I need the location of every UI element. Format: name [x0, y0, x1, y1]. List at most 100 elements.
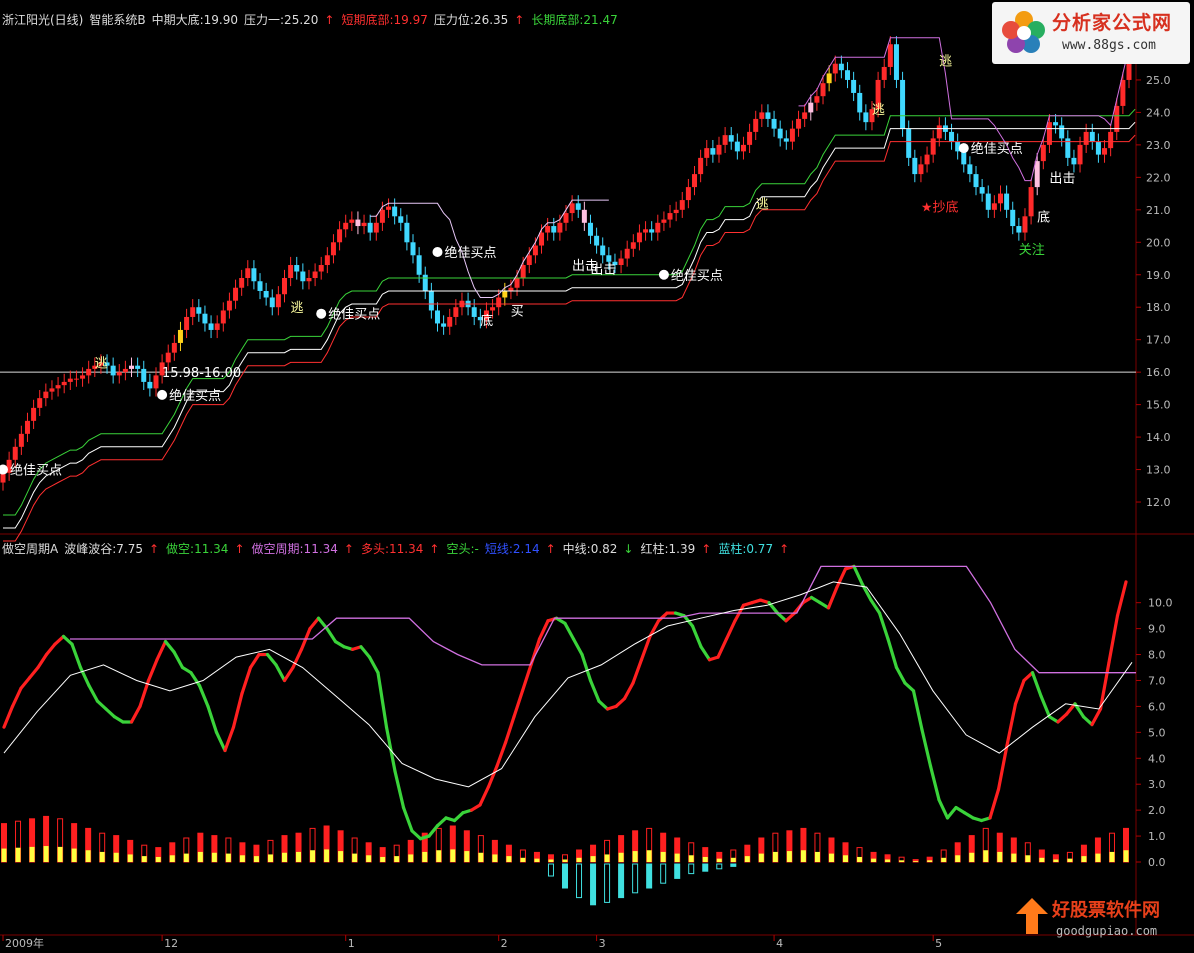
- sub-chart-header: 做空周期A 波峰波谷:7.75 ↑ 做空:11.34 ↑ 做空周期:11.34 ↑ 多头:11…: [2, 540, 796, 557]
- wave-segment: [945, 805, 958, 820]
- wave-segment: [784, 611, 797, 623]
- candle-body: [141, 368, 147, 382]
- wave-segment: [520, 663, 533, 693]
- candle-body: [1010, 209, 1016, 227]
- histogram-cyan-bar: [576, 863, 583, 899]
- annotation-label: 15.98-16.00: [162, 366, 241, 381]
- wave-segment: [835, 567, 848, 589]
- wave-segment: [699, 645, 712, 662]
- wave-segment: [44, 642, 57, 657]
- price-tick-label: 15.0: [1146, 399, 1171, 412]
- candle-body: [300, 271, 306, 282]
- candle-body: [777, 128, 783, 139]
- sub_header-item: 蓝柱:0.77: [718, 542, 774, 556]
- annotation-label: 绝佳买点: [671, 268, 723, 284]
- candle-body: [275, 294, 281, 308]
- candle-body: [288, 265, 294, 278]
- wave-segment: [920, 728, 933, 768]
- candle-body: [330, 242, 336, 256]
- histogram-yellow-bar: [450, 849, 456, 862]
- candle-body: [624, 248, 630, 259]
- candle-body: [838, 63, 844, 71]
- main_header-item: 压力位:26.35: [433, 13, 509, 27]
- candle-body: [887, 44, 893, 67]
- candle-body: [716, 144, 722, 155]
- candle-body: [863, 112, 869, 123]
- candle-body: [973, 174, 979, 188]
- candle-body: [80, 375, 86, 379]
- histogram-yellow-bar: [660, 851, 666, 862]
- candle-body: [661, 219, 667, 223]
- sub_header-item: ↑: [545, 542, 556, 556]
- wave-segment: [138, 678, 151, 709]
- wave-segment: [563, 621, 576, 641]
- candle-body: [245, 268, 251, 278]
- wave-segment: [614, 697, 627, 709]
- wave-segment: [597, 699, 610, 711]
- candle-body: [147, 381, 153, 389]
- candle-body: [453, 307, 459, 317]
- candle-body: [771, 118, 777, 129]
- candle-body: [318, 265, 324, 272]
- candle-body: [997, 193, 1003, 204]
- sub_header-item: 做空周期A: [2, 542, 59, 556]
- wave-segment: [248, 652, 261, 670]
- histogram-yellow-bar: [1039, 857, 1045, 862]
- histogram-yellow-bar: [1109, 851, 1115, 862]
- histogram-yellow-bar: [983, 850, 989, 862]
- histogram-yellow-bar: [871, 858, 877, 862]
- annotation-label: 绝佳买点: [328, 307, 380, 323]
- wave-segment: [648, 619, 661, 638]
- candle-body: [1114, 105, 1120, 132]
- annotation-label: 绝佳买点: [10, 463, 62, 479]
- candle-body: [135, 365, 141, 369]
- candle-body: [832, 63, 838, 74]
- candle-body: [37, 398, 43, 408]
- candle-body: [73, 378, 79, 380]
- candle-body: [434, 310, 440, 324]
- price-tick-label: 18.0: [1146, 301, 1171, 314]
- osc-tick-label: 8.0: [1148, 649, 1166, 662]
- candle-body: [208, 323, 214, 330]
- sub_header-item: ↓: [623, 542, 634, 556]
- main_header-item: 短期底部:19.97: [341, 13, 428, 27]
- annotation-label: 买: [511, 304, 524, 319]
- histogram-yellow-bar: [576, 857, 582, 862]
- wave-segment: [401, 805, 414, 833]
- wave-segment: [894, 665, 907, 685]
- candle-body: [416, 255, 422, 275]
- candle-body: [734, 141, 740, 152]
- wave-segment: [1090, 707, 1103, 727]
- wave-segment: [656, 611, 669, 623]
- histogram-yellow-bar: [155, 856, 161, 862]
- wave-segment: [393, 769, 406, 810]
- osc-tick-label: 0.0: [1148, 856, 1166, 869]
- candle-body: [728, 135, 734, 142]
- candle-body: [226, 300, 232, 311]
- wave-segment: [19, 676, 32, 690]
- candle-body: [808, 102, 814, 113]
- candle-body: [1059, 125, 1065, 139]
- annotation-label: 绝佳买点: [971, 141, 1023, 157]
- candle-body: [343, 222, 349, 230]
- histogram-yellow-bar: [85, 850, 91, 862]
- histogram-yellow-bar: [127, 854, 133, 862]
- logo-url-bottom: goodgupiao.com: [1056, 924, 1158, 938]
- histogram-cyan-bar: [674, 863, 681, 879]
- sub_header-item: ↑: [343, 542, 354, 556]
- candle-body: [857, 92, 863, 113]
- histogram-cyan-bar: [590, 863, 597, 906]
- histogram-yellow-bar: [267, 854, 273, 862]
- histogram-yellow-bar: [744, 856, 750, 862]
- wave-segment: [265, 652, 278, 667]
- candle-body: [912, 157, 918, 175]
- candle-body: [520, 265, 526, 278]
- candle-body: [594, 235, 600, 246]
- price-tick-label: 13.0: [1146, 464, 1171, 477]
- candle-body: [282, 278, 287, 295]
- histogram-yellow-bar: [814, 851, 820, 862]
- price-tick-label: 12.0: [1146, 496, 1171, 509]
- histogram-yellow-bar: [225, 853, 231, 862]
- candle-body: [851, 79, 857, 93]
- candle-body: [704, 148, 710, 158]
